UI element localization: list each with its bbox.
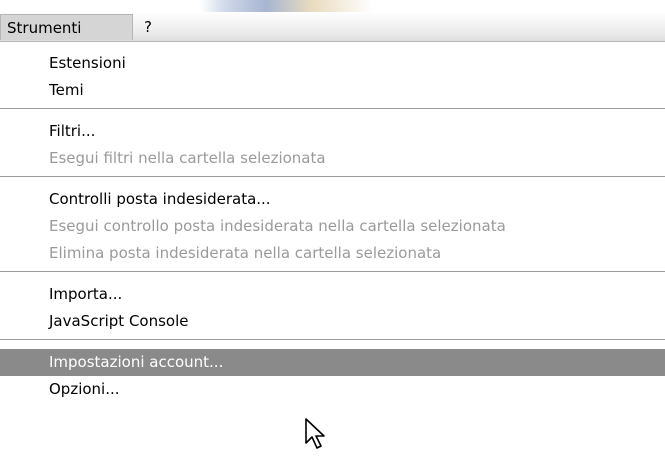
menu-separator xyxy=(0,108,665,109)
menu-item-temi[interactable]: Temi xyxy=(0,77,665,104)
menu-item-estensioni[interactable]: Estensioni xyxy=(0,50,665,77)
menu-separator xyxy=(0,176,665,177)
menu-item-esegui-controllo-posta: Esegui controllo posta indesiderata nell… xyxy=(49,217,506,235)
menu-item-elimina-posta-indesiderata: Elimina posta indesiderata nella cartell… xyxy=(49,244,442,262)
menu-strumenti[interactable]: Strumenti xyxy=(0,14,133,40)
mouse-pointer-icon xyxy=(305,418,325,449)
menu-help[interactable]: ? xyxy=(138,14,166,40)
menu-separator xyxy=(0,339,665,340)
menu-item-importa[interactable]: Importa... xyxy=(0,281,665,308)
menu-bar: Strumenti ? xyxy=(0,12,665,42)
menu-item-esegui-filtri: Esegui filtri nella cartella selezionata xyxy=(49,149,326,167)
menu-item-filtri[interactable]: Filtri... xyxy=(0,118,665,145)
menu-item-opzioni[interactable]: Opzioni... xyxy=(0,376,665,403)
menu-separator xyxy=(0,271,665,272)
menu-item-impostazioni-account[interactable]: Impostazioni account... xyxy=(0,349,665,376)
menu-item-javascript-console[interactable]: JavaScript Console xyxy=(0,308,665,335)
menu-item-controlli-posta-indesiderata[interactable]: Controlli posta indesiderata... xyxy=(0,186,665,213)
strumenti-dropdown-menu: Estensioni Temi Filtri... Esegui filtri … xyxy=(0,42,665,468)
background-strip xyxy=(0,0,665,12)
